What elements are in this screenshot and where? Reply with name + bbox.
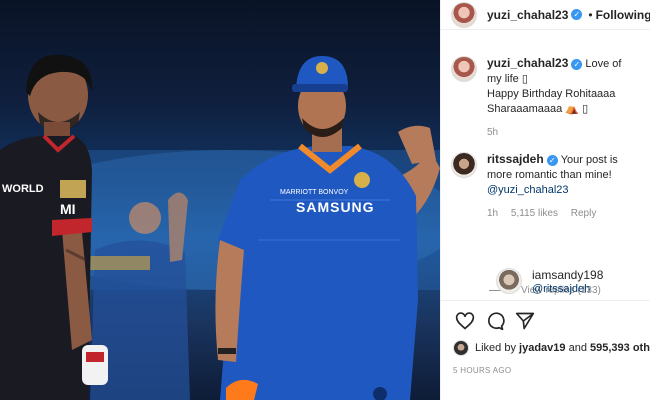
comment-icon[interactable] — [483, 309, 507, 333]
sponsor-main: SAMSUNG — [296, 199, 375, 215]
verified-icon: ✓ — [571, 59, 583, 70]
caption-username[interactable]: yuzi_chahal23 — [487, 56, 568, 70]
caption-time: 5h — [487, 127, 499, 138]
cake-icon: ⛺ — [565, 103, 579, 115]
caption-text-2: Happy Birthday Rohitaaaa — [487, 88, 616, 100]
reply-item: iamsandy198 @ritssajdeh — [496, 268, 603, 296]
post-image[interactable]: WORLD MI MARRIOTT BONVOY SAMSUNG — [0, 0, 440, 400]
author-avatar[interactable] — [451, 1, 477, 28]
caption-avatar[interactable] — [451, 56, 477, 82]
likes-count[interactable]: 595,393 others — [590, 342, 650, 354]
reply-username[interactable]: iamsandy198 — [532, 268, 603, 282]
left-jersey-letters: MI — [60, 201, 76, 217]
share-send-icon[interactable] — [513, 309, 537, 333]
left-jersey-text: WORLD — [2, 183, 44, 195]
sponsor-top: MARRIOTT BONVOY — [280, 189, 349, 196]
post-header: yuzi_chahal23 ✓ • Following — [441, 0, 650, 30]
likes-prefix: Liked by — [475, 342, 516, 354]
post-timestamp: 5 HOURS AGO — [453, 366, 512, 375]
reply-mention[interactable]: @ritssajdeh — [532, 282, 603, 296]
comments-section: yuzi_chahal23 ✓ Love of my life ▯ Happy Bi… — [441, 50, 650, 300]
like-heart-icon[interactable] — [453, 309, 477, 333]
liker-avatar[interactable] — [453, 340, 469, 356]
separator-dot: • — [588, 7, 593, 22]
commenter-username[interactable]: ritssajdeh — [487, 152, 544, 166]
likes-middle: and — [568, 342, 587, 354]
reply-avatar[interactable] — [496, 268, 522, 294]
reply-button[interactable]: Reply — [571, 208, 597, 219]
likes-summary: Liked by jyadav19 and 595,393 others — [453, 340, 650, 356]
comment-likes[interactable]: 5,115 likes — [511, 208, 558, 219]
commenter-avatar[interactable] — [451, 152, 477, 178]
comment-time: 1h — [487, 208, 499, 219]
emoji-icon: ▯ — [521, 73, 528, 85]
comment-mention[interactable]: @yuzi_chahal23 — [487, 183, 637, 198]
liker-username[interactable]: jyadav19 — [519, 342, 565, 354]
comment-item: ritssajdeh ✓ Your post is more romantic th… — [441, 152, 650, 221]
post-sidebar: yuzi_chahal23 ✓ • Following yuzi_chahal2… — [440, 0, 650, 400]
author-username[interactable]: yuzi_chahal23 — [487, 8, 568, 22]
emoji-icon: ▯ — [582, 103, 589, 115]
team-logo — [354, 172, 370, 188]
verified-icon: ✓ — [571, 9, 583, 20]
caption-text-3: Sharaaamaaaa — [487, 103, 563, 115]
verified-icon: ✓ — [546, 155, 558, 166]
post-photo-illustration: WORLD MI MARRIOTT BONVOY SAMSUNG — [0, 54, 440, 400]
post-actions — [441, 300, 650, 340]
caption: yuzi_chahal23 ✓ Love of my life ▯ Happy Bi… — [441, 56, 650, 140]
following-button[interactable]: Following — [596, 8, 650, 22]
